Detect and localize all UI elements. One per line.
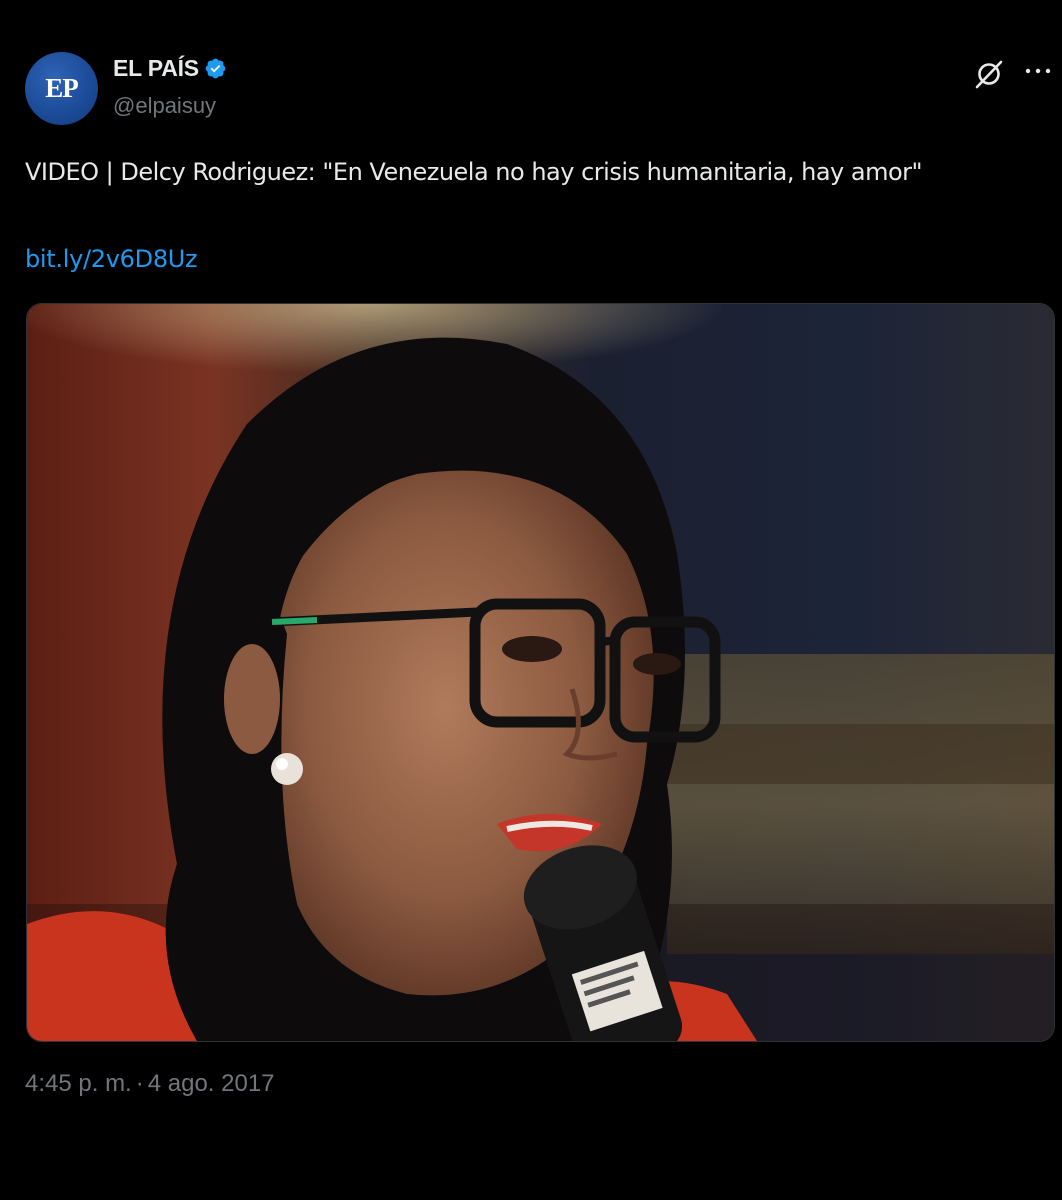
tweet: EP EL PAÍS @elpaisuy VIDEO | Delcy Rodri… xyxy=(0,0,1062,1200)
tweet-timestamp[interactable]: 4:45 p. m. · 4 ago. 2017 xyxy=(25,1070,275,1098)
author-name-row: EL PAÍS xyxy=(113,55,227,82)
tweet-link[interactable]: bit.ly/2v6D8Uz xyxy=(25,238,198,281)
grok-icon[interactable] xyxy=(973,58,1005,90)
tweet-time: 4:45 p. m. xyxy=(25,1070,132,1097)
tweet-media-photo[interactable] xyxy=(26,303,1055,1042)
more-options-icon[interactable] xyxy=(1022,58,1054,84)
timestamp-separator: · xyxy=(135,1070,144,1097)
avatar[interactable]: EP xyxy=(25,52,98,125)
photo-image xyxy=(27,304,1054,1041)
display-name[interactable]: EL PAÍS xyxy=(113,55,199,82)
tweet-date: 4 ago. 2017 xyxy=(147,1070,275,1097)
verified-badge-icon xyxy=(205,58,226,79)
avatar-logo-text: EP xyxy=(45,73,79,103)
user-handle[interactable]: @elpaisuy xyxy=(113,93,216,119)
tweet-text: VIDEO | Delcy Rodriguez: "En Venezuela n… xyxy=(25,158,923,186)
